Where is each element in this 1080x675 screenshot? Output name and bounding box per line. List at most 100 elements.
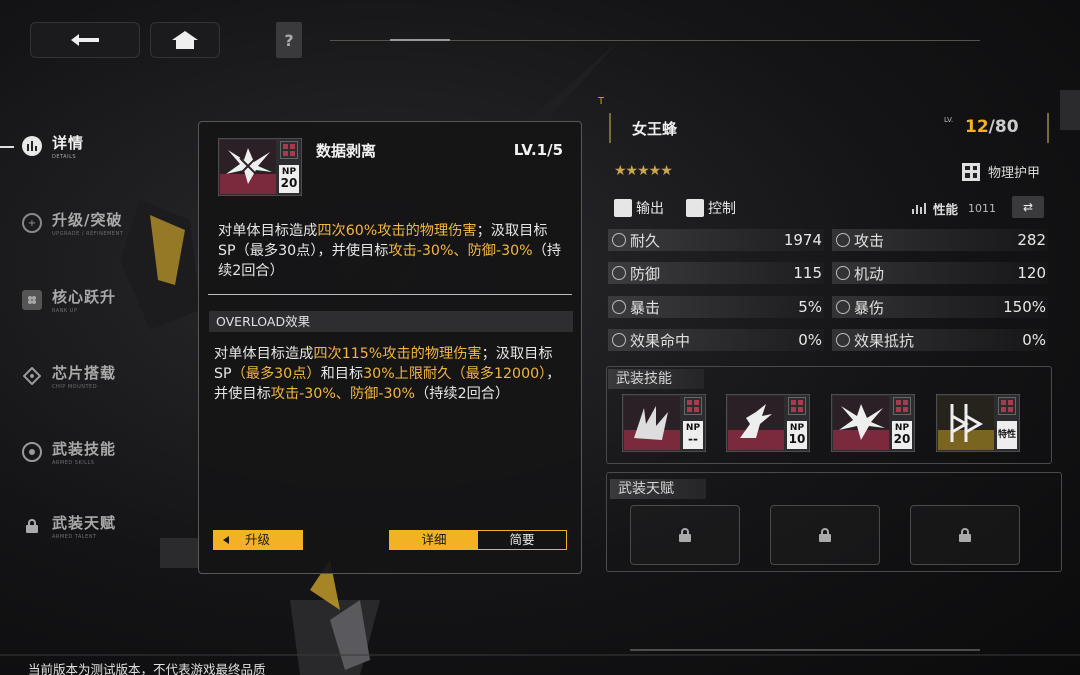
armed-skills-title: 武装技能 xyxy=(608,369,704,389)
skill-description: 对单体目标造成四次60%攻击的物理伤害；汲取目标SP（最多30点），并使目标攻击… xyxy=(218,221,564,281)
np-badge: NP 10 xyxy=(787,421,807,449)
skill-name: 数据剥离 xyxy=(316,142,377,160)
np-badge: NP 20 xyxy=(892,421,912,449)
nav-item-upgrade[interactable]: + 升级/突破 UPGRADE / REFINEMENT xyxy=(0,203,123,243)
np-indicator-dots xyxy=(893,397,911,415)
stat-value: 5% xyxy=(798,298,822,316)
attack-icon xyxy=(836,233,850,247)
nav-sublabel: ARMED SKILLS xyxy=(52,460,95,466)
home-button[interactable] xyxy=(150,22,220,58)
nav-sublabel: CHIP MOUNTED xyxy=(52,384,98,390)
role-tag-control: 控制 xyxy=(686,197,736,218)
upgrade-button-label: 升级 xyxy=(245,532,271,547)
armor-label: 物理护甲 xyxy=(988,166,1041,181)
talent-slot-1[interactable] xyxy=(630,505,740,565)
nav-sublabel: RANK UP xyxy=(52,308,78,314)
lock-icon xyxy=(22,516,42,536)
control-role-icon xyxy=(686,198,704,217)
np-value: 10 xyxy=(788,432,806,446)
skill-level: LV.1/5 xyxy=(513,141,563,159)
chip-icon xyxy=(22,366,42,386)
np-value: 特性 xyxy=(997,430,1016,440)
durability-icon xyxy=(612,233,626,247)
stat-value: 0% xyxy=(1022,331,1046,349)
tab-detail[interactable]: 详细 xyxy=(390,531,478,549)
stat-label: 效果命中 xyxy=(630,331,691,350)
upgrade-icon: + xyxy=(22,213,42,233)
swap-button[interactable]: ⇄ xyxy=(1012,196,1044,218)
nav-item-rank-up[interactable]: 核心跃升 RANK UP xyxy=(0,280,116,320)
level-label: LV. xyxy=(944,116,954,124)
stat-value: 0% xyxy=(798,331,822,349)
nav-sublabel: ARMED TALENT xyxy=(52,534,97,540)
nav-label: 芯片搭载 xyxy=(52,364,117,382)
level-current: 12 xyxy=(965,117,989,137)
stat-value: 115 xyxy=(793,264,822,282)
role-tag-output: 输出 xyxy=(614,197,664,218)
stat-label: 攻击 xyxy=(854,231,885,250)
upgrade-button[interactable]: 升级 xyxy=(213,530,303,550)
crit-icon xyxy=(612,300,626,314)
np-badge: 特性 xyxy=(997,421,1017,449)
performance: 性能 1011 xyxy=(912,199,996,218)
description-divider xyxy=(208,294,572,295)
desc-highlight: 四次60%攻击的物理伤害 xyxy=(317,223,477,239)
stat-value: 1974 xyxy=(783,231,822,249)
np-badge: NP 20 xyxy=(279,165,299,193)
skill-icon-card: NP 20 xyxy=(217,137,303,197)
armed-skill-slot-1[interactable]: NP -- xyxy=(621,393,707,453)
skill-icon xyxy=(22,442,42,462)
np-indicator-dots xyxy=(788,397,806,415)
nav-item-armed-talent[interactable]: 武装天赋 ARMED TALENT xyxy=(0,506,116,546)
np-value: 20 xyxy=(280,176,298,190)
overload-text: （持续2回合） xyxy=(415,386,510,402)
armed-skill-slot-2[interactable]: NP 10 xyxy=(725,393,811,453)
effect-resist-icon xyxy=(836,333,850,347)
nav-sublabel: DETAILS xyxy=(52,154,77,160)
level-max: 80 xyxy=(994,117,1019,137)
stat-value: 120 xyxy=(1017,264,1046,282)
overload-highlight: 30%上限耐久（最多12000） xyxy=(363,366,547,382)
performance-label: 性能 xyxy=(933,202,959,217)
nav-item-details[interactable]: 详情 DETAILS xyxy=(0,126,84,166)
desc-highlight: 攻击-30%、防御-30% xyxy=(388,243,533,259)
mobility-icon xyxy=(836,266,850,280)
stat-label: 机动 xyxy=(854,264,885,283)
character-name: 女王蜂 xyxy=(632,120,678,138)
tab-brief[interactable]: 简要 xyxy=(478,531,566,549)
stat-label: 防御 xyxy=(630,264,661,283)
overload-label: OVERLOAD效果 xyxy=(209,311,573,332)
lock-icon xyxy=(819,528,831,542)
back-button[interactable] xyxy=(30,22,140,58)
performance-value: 1011 xyxy=(968,202,997,215)
nav-sublabel: UPGRADE / REFINEMENT xyxy=(52,231,124,237)
stat-value: 282 xyxy=(1017,231,1046,249)
overload-highlight: （最多30点） xyxy=(231,366,321,382)
nav-label: 详情 xyxy=(52,134,85,152)
nav-item-armed-skills[interactable]: 武装技能 ARMED SKILLS xyxy=(0,432,116,472)
armed-skill-slot-3[interactable]: NP 20 xyxy=(830,393,916,453)
np-indicator-dots xyxy=(280,141,298,159)
crit-damage-icon xyxy=(836,300,850,314)
stat-label: 暴击 xyxy=(630,298,661,317)
core-icon xyxy=(22,290,42,310)
nav-label: 核心跃升 xyxy=(52,288,117,306)
np-value: -- xyxy=(688,432,698,446)
stat-label: 暴伤 xyxy=(854,298,885,317)
stat-value: 150% xyxy=(1003,298,1046,316)
swap-icon: ⇄ xyxy=(1022,200,1034,214)
np-value: 20 xyxy=(893,432,911,446)
armed-skill-slot-4[interactable]: 特性 xyxy=(935,393,1021,453)
left-arrow-icon xyxy=(223,536,229,544)
character-level: 12/80 xyxy=(965,117,1019,137)
rarity-stars: ★★★★★ xyxy=(614,163,673,179)
talent-slot-3[interactable] xyxy=(910,505,1020,565)
talent-slot-2[interactable] xyxy=(770,505,880,565)
role-label: 输出 xyxy=(636,200,664,217)
np-badge: NP -- xyxy=(683,421,703,449)
armed-talent-title: 武装天赋 xyxy=(610,479,706,499)
home-icon xyxy=(172,31,198,49)
help-button[interactable]: ? xyxy=(276,22,302,58)
armor-icon xyxy=(962,162,980,181)
nav-item-chip[interactable]: 芯片搭载 CHIP MOUNTED xyxy=(0,356,116,396)
